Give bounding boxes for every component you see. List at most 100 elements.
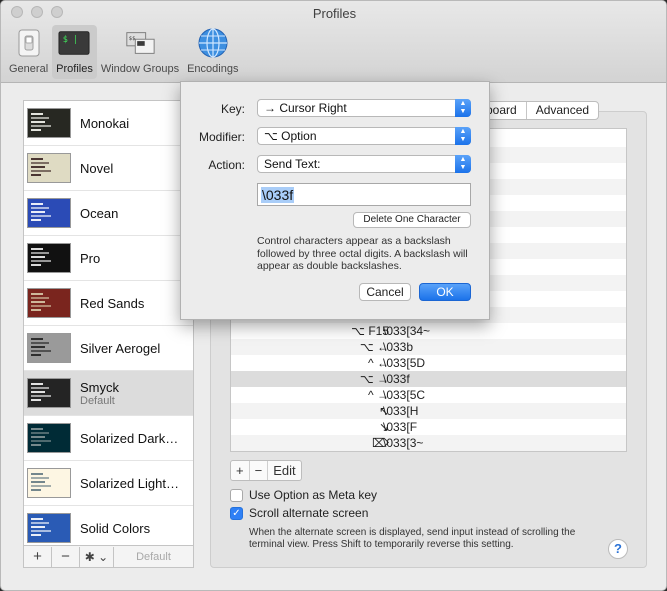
table-row[interactable]: ^ ← \033[5D — [231, 355, 626, 371]
modifier-popup[interactable]: ⌥ Option ▲ ▼ — [257, 127, 471, 145]
send-text-value: \033f — [261, 187, 295, 203]
toolbar-window-groups[interactable]: $$ Window Groups — [97, 25, 183, 79]
thumbnail-line — [31, 260, 51, 262]
add-key-binding-button[interactable]: + — [231, 461, 249, 480]
toolbar-label: General — [9, 63, 49, 75]
preferences-toolbar: General $ | Profiles $$ Window Groups En… — [5, 25, 242, 79]
profile-text: Solid Colors — [71, 521, 150, 536]
scroll-alternate-label: Scroll alternate screen — [249, 506, 369, 520]
action-cell: \033[5C — [383, 388, 426, 402]
profile-thumbnail — [27, 108, 71, 138]
thumbnail-line — [31, 166, 45, 168]
key-popup[interactable]: → Cursor Right ▲ ▼ — [257, 99, 471, 117]
profile-row[interactable]: Pro — [24, 236, 193, 281]
modifier-label: Modifier: — [198, 130, 245, 144]
thumbnail-line — [31, 383, 43, 385]
help-button[interactable]: ? — [608, 539, 628, 559]
thumbnail-line — [31, 489, 41, 491]
toolbar-profiles[interactable]: $ | Profiles — [52, 25, 97, 79]
send-text-field[interactable]: \033f — [257, 183, 471, 206]
profile-row[interactable]: Smyck Default — [24, 371, 193, 416]
profile-row[interactable]: Red Sands — [24, 281, 193, 326]
table-row[interactable]: ⌥ → \033f — [231, 371, 626, 387]
thumbnail-line — [31, 174, 41, 176]
action-cell: \033[F — [383, 420, 418, 434]
preferences-window: Profiles General $ | Profiles $$ Window … — [0, 0, 667, 591]
edit-key-binding-button[interactable]: Edit — [267, 461, 300, 480]
remove-key-binding-button[interactable]: − — [248, 461, 268, 480]
profile-row[interactable]: Novel — [24, 146, 193, 191]
profile-thumbnail — [27, 153, 71, 183]
gear-menu-button[interactable]: ✱ ⌄ — [80, 546, 114, 567]
profile-row[interactable]: Solarized Light… — [24, 461, 193, 506]
profile-name: Pro — [80, 250, 101, 266]
meta-key-option[interactable]: Use Option as Meta key — [230, 488, 377, 502]
toolbar-label: Profiles — [56, 63, 93, 75]
settings-tabs: board Advanced — [476, 101, 600, 120]
toolbar-general[interactable]: General — [5, 25, 52, 79]
profile-row[interactable]: Ocean — [24, 191, 193, 236]
profiles-list[interactable]: Monokai Novel Ocean Pro Red Sands Silver Aero… — [23, 100, 194, 546]
svg-text:$$: $$ — [129, 36, 136, 42]
profile-row[interactable]: Silver Aerogel — [24, 326, 193, 371]
set-default-button[interactable]: Default — [114, 551, 193, 563]
profile-row[interactable]: Solid Colors — [24, 506, 193, 545]
thumbnail-line — [31, 350, 51, 352]
table-row[interactable]: ⌦ \033[3~ — [231, 435, 626, 451]
thumbnail-line — [31, 252, 49, 254]
thumbnail-line — [31, 121, 45, 123]
popup-arrows-icon: ▲ ▼ — [455, 155, 471, 173]
table-row[interactable]: ^ → \033[5C — [231, 387, 626, 403]
thumbnail-line — [31, 215, 51, 217]
action-cell: \033b — [383, 340, 414, 354]
tab-advanced[interactable]: Advanced — [525, 102, 598, 119]
terminal-icon: $ | — [58, 27, 91, 59]
scroll-alternate-option[interactable]: ✓ Scroll alternate screen — [230, 506, 368, 520]
table-row[interactable]: ⌥ F15 \033[34~ — [231, 323, 626, 339]
thumbnail-line — [31, 399, 41, 401]
profile-text: Solarized Dark… — [71, 431, 178, 446]
profile-name: Monokai — [80, 115, 130, 131]
thumbnail-line — [31, 170, 51, 172]
remove-profile-button[interactable]: − — [52, 546, 80, 567]
profile-name: Solid Colors — [80, 520, 151, 536]
toolbar-label: Encodings — [187, 63, 239, 75]
popup-arrows-icon: ▲ ▼ — [455, 127, 471, 145]
profile-default-label: Default — [80, 394, 115, 407]
thumbnail-line — [31, 477, 49, 479]
table-row[interactable]: ⌥ ← \033b — [231, 339, 626, 355]
profile-row[interactable]: Solarized Dark… — [24, 416, 193, 461]
thumbnail-line — [31, 354, 41, 356]
thumbnail-line — [31, 436, 45, 438]
thumbnail-line — [31, 162, 49, 164]
profile-text: Monokai — [71, 116, 129, 131]
profile-thumbnail — [27, 198, 71, 228]
scroll-alternate-checkbox[interactable]: ✓ — [230, 506, 243, 520]
thumbnail-line — [31, 530, 51, 532]
thumbnail-line — [31, 485, 51, 487]
toolbar-encodings[interactable]: Encodings — [183, 25, 242, 79]
profile-text: Pro — [71, 251, 100, 266]
thumbnail-line — [31, 444, 41, 446]
profile-text: Smyck Default — [71, 380, 119, 407]
profile-row[interactable]: Monokai — [24, 101, 193, 146]
profile-text: Silver Aerogel — [71, 341, 160, 356]
cancel-button[interactable]: Cancel — [359, 283, 411, 301]
table-row[interactable]: ↖ \033[H — [231, 403, 626, 419]
thumbnail-line — [31, 473, 43, 475]
thumbnail-line — [31, 219, 41, 221]
thumbnail-line — [31, 113, 43, 115]
profile-thumbnail — [27, 243, 71, 273]
delete-one-character-button[interactable]: Delete One Character — [353, 212, 471, 228]
table-row[interactable]: ↘ \033[F — [231, 419, 626, 435]
profile-thumbnail — [27, 288, 71, 318]
edit-key-sheet: Key: → Cursor Right ▲ ▼ Modifier: ⌥ Optio… — [180, 81, 490, 320]
toolbar-label: Window Groups — [100, 63, 180, 75]
ok-button[interactable]: OK — [419, 283, 471, 301]
thumbnail-line — [31, 117, 49, 119]
profile-name: Novel — [80, 160, 114, 176]
add-profile-button[interactable]: + — [24, 546, 52, 567]
action-popup[interactable]: Send Text: ▲ ▼ — [257, 155, 471, 173]
profiles-list-controls: + − ✱ ⌄ Default — [23, 546, 194, 568]
meta-key-checkbox[interactable] — [230, 488, 243, 502]
